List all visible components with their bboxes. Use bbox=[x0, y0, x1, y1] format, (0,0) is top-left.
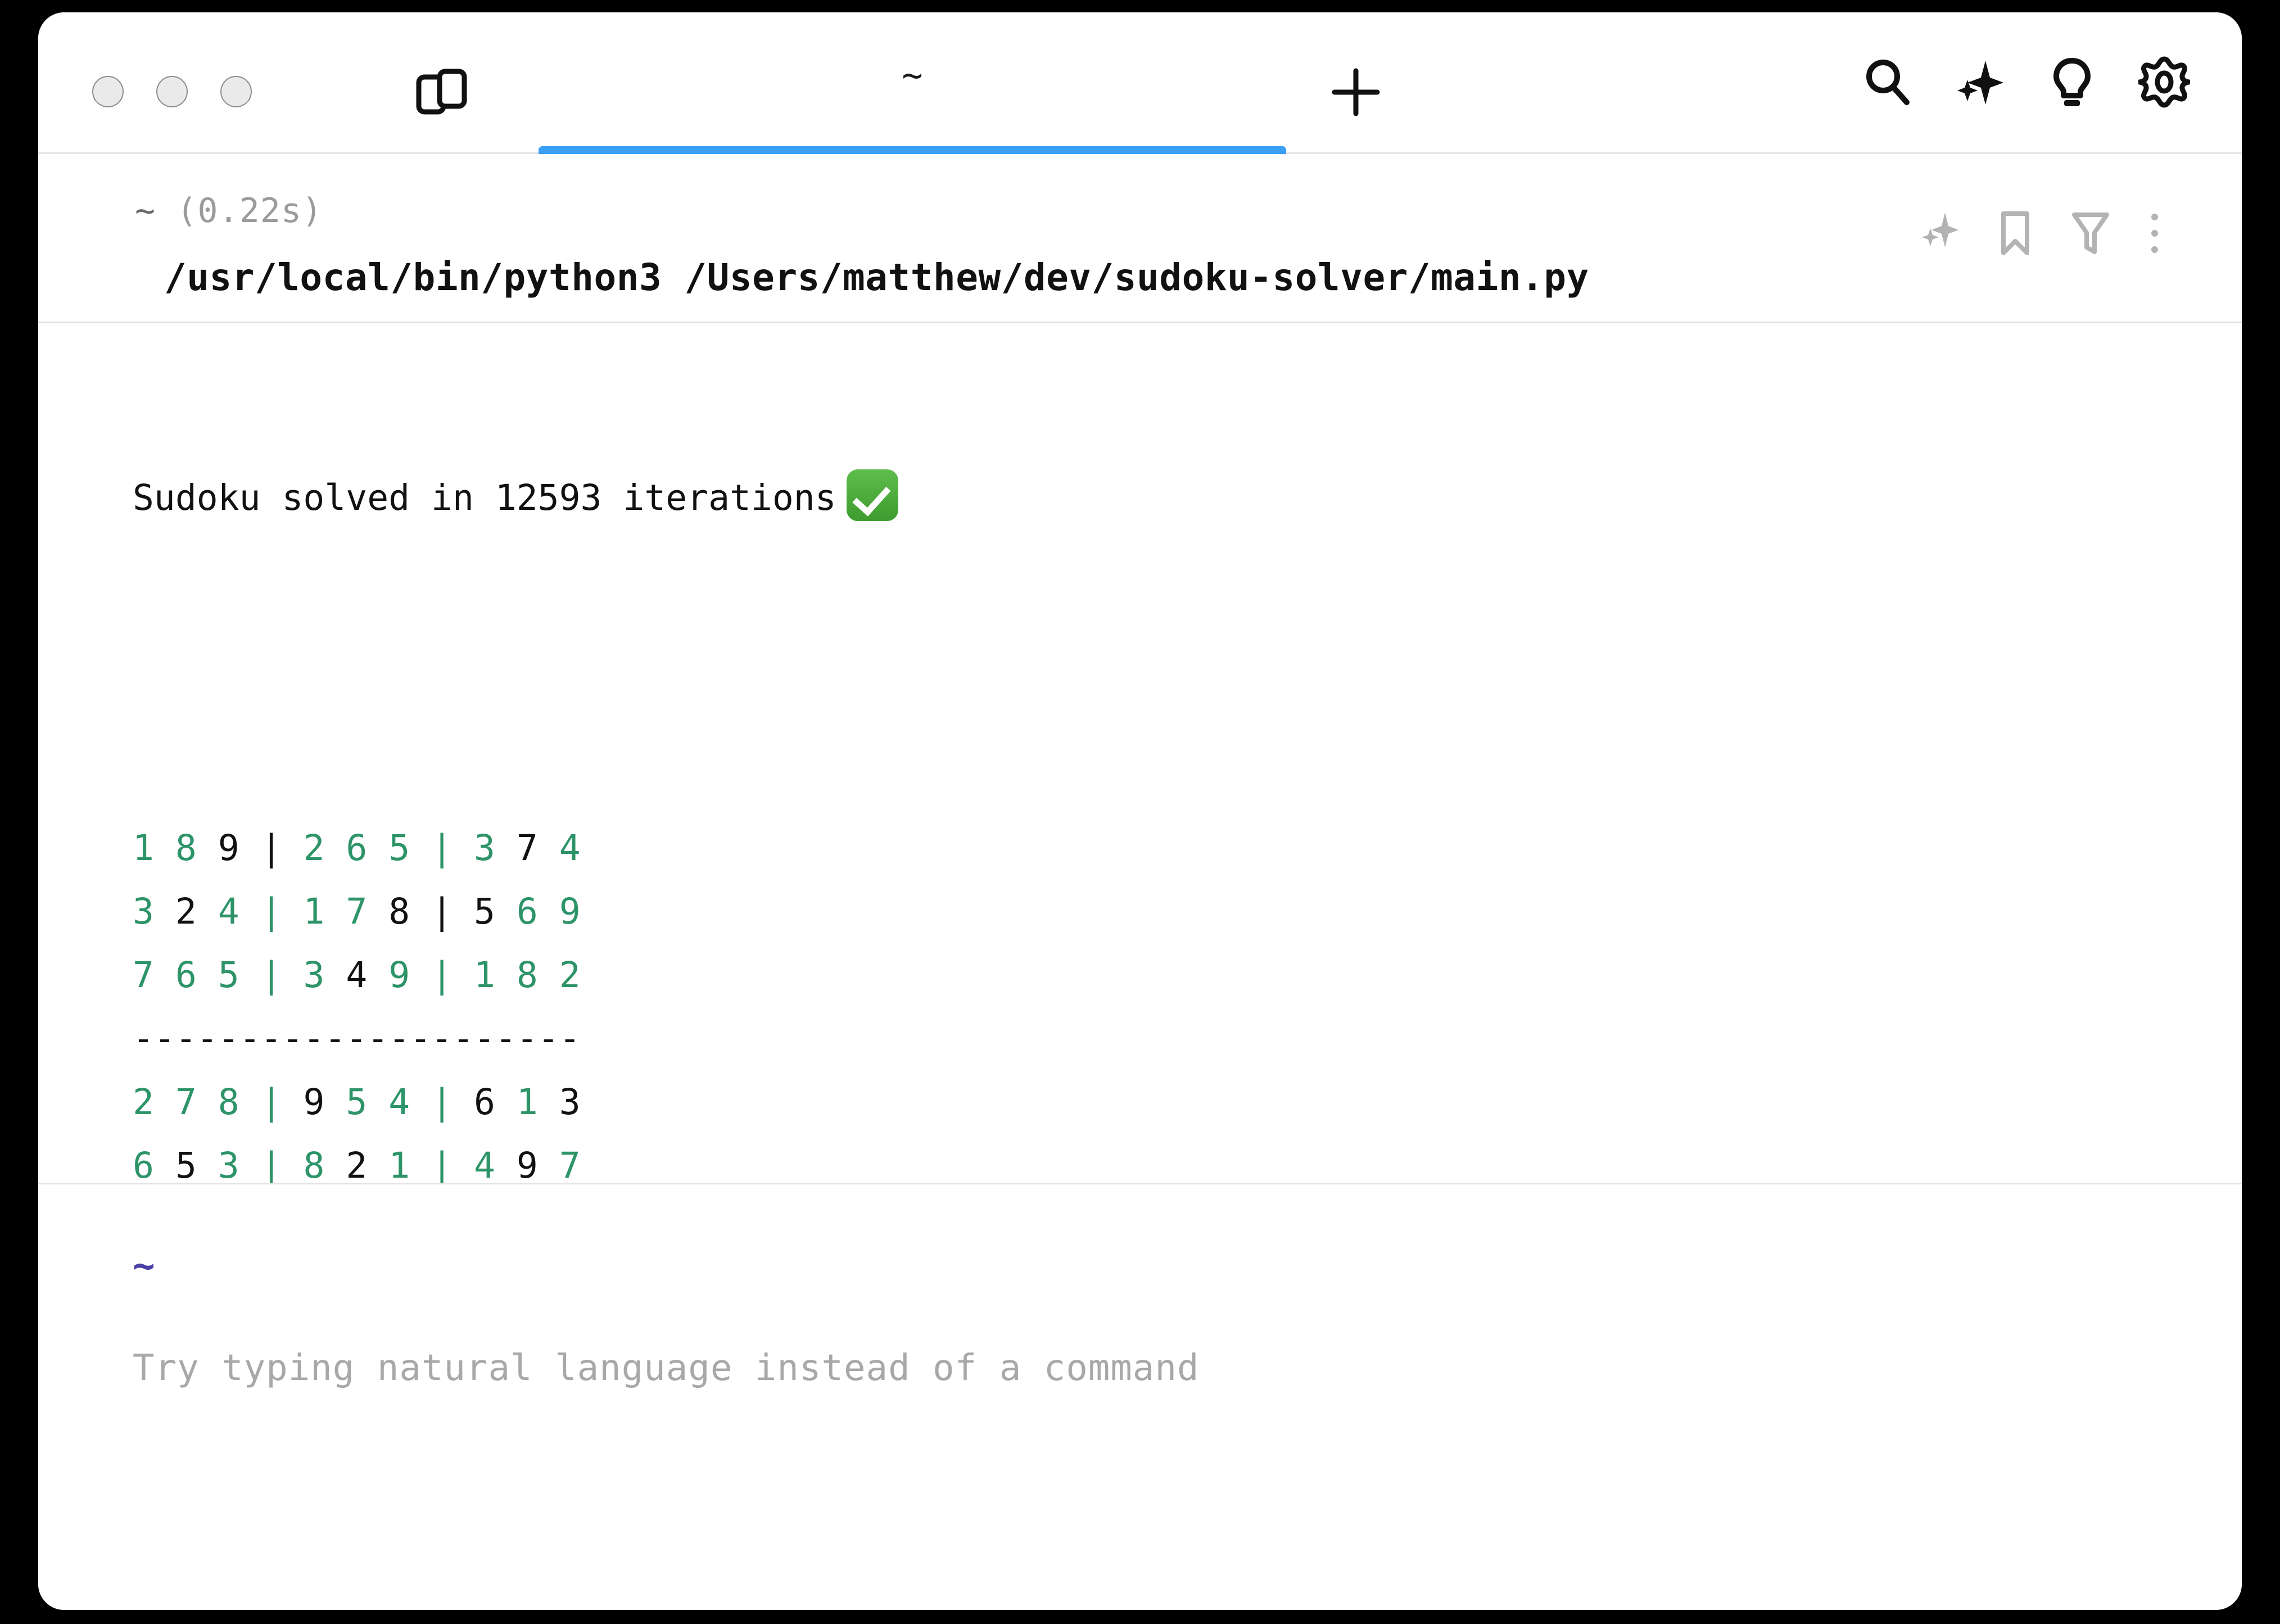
grid-separator: | bbox=[260, 1082, 282, 1123]
grid-cell: 2 bbox=[346, 1145, 368, 1183]
filter-icon[interactable] bbox=[2071, 210, 2110, 256]
block-duration: (0.22s) bbox=[177, 191, 323, 230]
grid-cell: 3 bbox=[133, 891, 154, 933]
grid-cell: 6 bbox=[346, 827, 368, 869]
white-check-mark-icon bbox=[846, 469, 898, 522]
grid-cell: 6 bbox=[516, 891, 538, 933]
grid-cell: 5 bbox=[474, 891, 495, 933]
grid-row: 7 6 5 | 3 4 9 | 1 8 2 bbox=[133, 943, 2242, 1007]
tab-label: ~ bbox=[902, 55, 923, 96]
grid-cell: 1 bbox=[388, 1145, 410, 1183]
grid-cell: 8 bbox=[516, 955, 538, 996]
grid-cell: 6 bbox=[133, 1145, 154, 1183]
grid-cell: 2 bbox=[175, 891, 197, 933]
grid-cell: 3 bbox=[474, 827, 495, 869]
grid-divider: --------------------- bbox=[133, 1018, 581, 1060]
grid-cell: 7 bbox=[175, 1082, 197, 1123]
grid-separator: | bbox=[431, 1145, 453, 1183]
titlebar: ~ bbox=[38, 12, 2242, 154]
grid-row: 2 7 8 | 9 5 4 | 6 1 3 bbox=[133, 1070, 2242, 1134]
grid-cell: 4 bbox=[559, 827, 581, 869]
grid-cell: 1 bbox=[303, 891, 325, 933]
grid-cell: 4 bbox=[346, 955, 368, 996]
terminal-window: ~ ~ (0.22s) /usr/local/bin/python3 /User… bbox=[38, 12, 2242, 1610]
grid-separator: | bbox=[431, 1082, 453, 1123]
grid-cell: 3 bbox=[303, 955, 325, 996]
grid-separator: | bbox=[431, 827, 453, 869]
block-directory: ~ bbox=[135, 191, 156, 230]
grid-cell: 7 bbox=[559, 1145, 581, 1183]
grid-separator: | bbox=[260, 891, 282, 933]
executed-command: /usr/local/bin/python3 /Users/matthew/de… bbox=[164, 256, 1589, 300]
lightbulb-icon[interactable] bbox=[2046, 56, 2098, 108]
grid-cell: 8 bbox=[218, 1082, 239, 1123]
search-icon[interactable] bbox=[1862, 56, 1913, 108]
grid-cell: 5 bbox=[218, 955, 239, 996]
grid-cell: 4 bbox=[474, 1145, 495, 1183]
settings-gear-icon[interactable] bbox=[2137, 56, 2192, 108]
command-input-area[interactable]: ~ Try typing natural language instead of… bbox=[38, 1183, 2242, 1610]
grid-cell: 2 bbox=[133, 1082, 154, 1123]
grid-cell: 4 bbox=[218, 891, 239, 933]
grid-separator: | bbox=[431, 891, 453, 933]
titlebar-actions bbox=[1862, 56, 2192, 108]
grid-cell: 1 bbox=[133, 827, 154, 869]
grid-cell: 9 bbox=[559, 891, 581, 933]
command-block-header: ~ (0.22s) /usr/local/bin/python3 /Users/… bbox=[38, 154, 2242, 324]
ai-sparkle-icon[interactable] bbox=[1954, 56, 2006, 108]
grid-cell: 4 bbox=[388, 1082, 410, 1123]
grid-separator: | bbox=[260, 955, 282, 996]
status-text: Sudoku solved in 12593 iterations bbox=[133, 477, 836, 519]
minimize-window-button[interactable] bbox=[156, 76, 188, 107]
grid-cell: 9 bbox=[218, 827, 239, 869]
grid-row: 6 5 3 | 8 2 1 | 4 9 7 bbox=[133, 1134, 2242, 1183]
prompt-symbol: ~ bbox=[133, 1244, 155, 1287]
grid-cell: 9 bbox=[388, 955, 410, 996]
grid-row: 1 8 9 | 2 6 5 | 3 7 4 bbox=[133, 816, 2242, 880]
block-meta: ~ (0.22s) bbox=[38, 192, 2242, 230]
grid-cell: 5 bbox=[175, 1145, 197, 1183]
active-tab-indicator bbox=[539, 146, 1286, 154]
grid-cell: 3 bbox=[218, 1145, 239, 1183]
grid-cell: 6 bbox=[474, 1082, 495, 1123]
grid-cell: 8 bbox=[303, 1145, 325, 1183]
grid-cell: 7 bbox=[133, 955, 154, 996]
status-line: Sudoku solved in 12593 iterations bbox=[133, 466, 2242, 530]
grid-cell: 2 bbox=[303, 827, 325, 869]
plus-icon[interactable] bbox=[1331, 67, 1381, 117]
grid-cell: 6 bbox=[175, 955, 197, 996]
grid-cell: 5 bbox=[346, 1082, 368, 1123]
block-sparkle-icon[interactable] bbox=[1920, 210, 1960, 256]
output-blank-line bbox=[133, 657, 2242, 689]
grid-cell: 7 bbox=[346, 891, 368, 933]
grid-cell: 1 bbox=[474, 955, 495, 996]
close-window-button[interactable] bbox=[92, 76, 124, 107]
command-output: Sudoku solved in 12593 iterations 1 8 9 … bbox=[38, 323, 2242, 1183]
maximize-window-button[interactable] bbox=[220, 76, 252, 107]
sudoku-grid: 1 8 9 | 2 6 5 | 3 7 43 2 4 | 1 7 8 | 5 6… bbox=[133, 816, 2242, 1183]
grid-cell: 8 bbox=[175, 827, 197, 869]
more-options-icon[interactable] bbox=[2146, 210, 2186, 256]
command-input-placeholder[interactable]: Try typing natural language instead of a… bbox=[133, 1347, 1200, 1389]
grid-separator: | bbox=[260, 1145, 282, 1183]
grid-cell: 2 bbox=[559, 955, 581, 996]
grid-cell: 9 bbox=[516, 1145, 538, 1183]
grid-separator: | bbox=[431, 955, 453, 996]
grid-cell: 3 bbox=[559, 1082, 581, 1123]
grid-row: 3 2 4 | 1 7 8 | 5 6 9 bbox=[133, 880, 2242, 943]
grid-cell: 9 bbox=[303, 1082, 325, 1123]
bookmark-icon[interactable] bbox=[1996, 210, 2035, 256]
grid-cell: 5 bbox=[388, 827, 410, 869]
split-pane-icon[interactable] bbox=[416, 67, 468, 116]
grid-separator: | bbox=[260, 827, 282, 869]
block-actions bbox=[1920, 210, 2186, 256]
tab-home[interactable]: ~ bbox=[539, 12, 1286, 154]
terminal-output-pane: ~ (0.22s) /usr/local/bin/python3 /Users/… bbox=[38, 154, 2242, 1183]
grid-cell: 8 bbox=[388, 891, 410, 933]
traffic-lights bbox=[92, 76, 252, 107]
grid-cell: 1 bbox=[516, 1082, 538, 1123]
grid-cell: 7 bbox=[516, 827, 538, 869]
